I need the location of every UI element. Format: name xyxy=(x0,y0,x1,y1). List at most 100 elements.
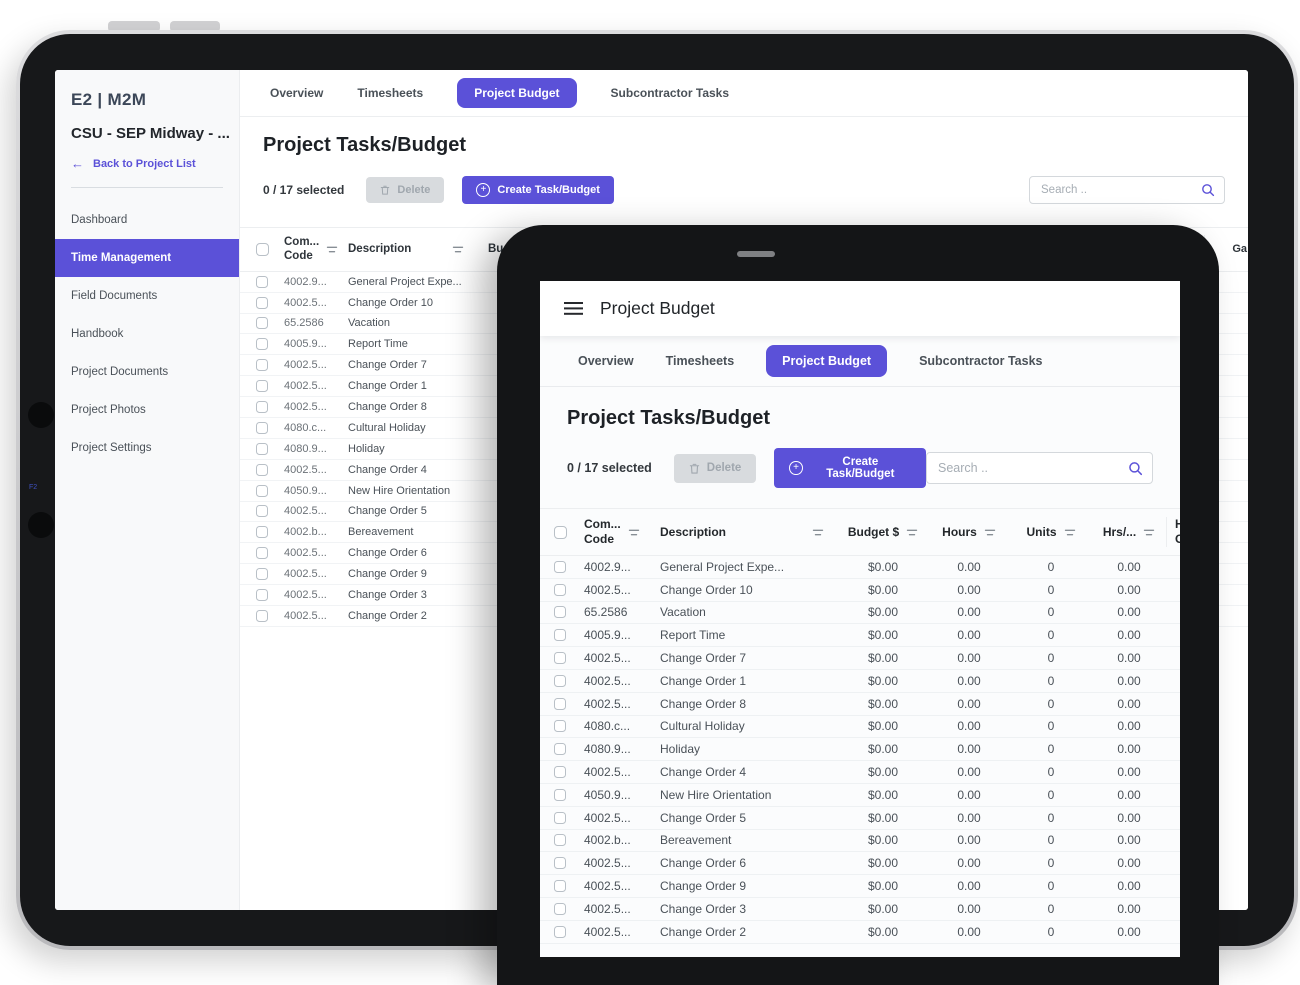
table-row[interactable]: 4002.5... Change Order 6 $0.00 0.00 0 0.… xyxy=(540,852,1180,875)
row-checkbox[interactable] xyxy=(554,880,566,892)
row-checkbox[interactable] xyxy=(554,584,566,596)
row-checkbox[interactable] xyxy=(256,610,268,622)
create-task-budget-button-mobile[interactable]: + Create Task/Budget xyxy=(774,448,926,488)
sort-icon[interactable] xyxy=(812,528,824,537)
tab-overview[interactable]: Overview xyxy=(270,86,323,100)
row-checkbox[interactable] xyxy=(256,338,268,350)
row-checkbox[interactable] xyxy=(256,568,268,580)
plus-circle-icon: + xyxy=(476,183,490,197)
row-checkbox[interactable] xyxy=(256,485,268,497)
row-checkbox[interactable] xyxy=(554,720,566,732)
row-checkbox[interactable] xyxy=(256,380,268,392)
table-row[interactable]: 4002.5... Change Order 3 $0.00 0.00 0 0.… xyxy=(540,898,1180,921)
table-row[interactable]: 4080.c... Cultural Holiday $0.00 0.00 0 … xyxy=(540,716,1180,739)
row-checkbox[interactable] xyxy=(256,526,268,538)
column-header-description[interactable]: Description xyxy=(348,243,478,255)
row-checkbox[interactable] xyxy=(554,675,566,687)
row-checkbox[interactable] xyxy=(256,422,268,434)
sidebar-item-handbook[interactable]: Handbook xyxy=(55,315,239,353)
table-row[interactable]: 4002.5... Change Order 8 $0.00 0.00 0 0.… xyxy=(540,693,1180,716)
row-checkbox[interactable] xyxy=(256,317,268,329)
table-row[interactable]: 4050.9... New Hire Orientation $0.00 0.0… xyxy=(540,784,1180,807)
row-checkbox[interactable] xyxy=(554,561,566,573)
row-checkbox[interactable] xyxy=(554,698,566,710)
column-header-clipped[interactable]: H C xyxy=(1166,517,1180,547)
sidebar-item-project-documents[interactable]: Project Documents xyxy=(55,353,239,391)
tab-project-budget[interactable]: Project Budget xyxy=(457,78,576,108)
search-box[interactable] xyxy=(1029,176,1225,204)
search-input[interactable] xyxy=(1039,183,1201,197)
row-checkbox[interactable] xyxy=(554,629,566,641)
delete-button-mobile[interactable]: Delete xyxy=(674,454,757,483)
select-all-checkbox[interactable] xyxy=(256,243,269,256)
table-row[interactable]: 4002.5... Change Order 5 $0.00 0.00 0 0.… xyxy=(540,807,1180,830)
sort-icon[interactable] xyxy=(984,528,996,537)
table-row[interactable]: 4002.5... Change Order 9 $0.00 0.00 0 0.… xyxy=(540,875,1180,898)
sort-icon[interactable] xyxy=(452,245,464,254)
row-checkbox[interactable] xyxy=(256,505,268,517)
column-header-hrs-unit[interactable]: Hrs/... xyxy=(1092,525,1166,539)
row-checkbox[interactable] xyxy=(256,589,268,601)
row-checkbox[interactable] xyxy=(554,652,566,664)
column-header-cost-code[interactable]: Com... Code xyxy=(584,517,660,547)
budget-cell: $0.00 xyxy=(838,628,928,642)
sidebar-item-dashboard[interactable]: Dashboard xyxy=(55,201,239,239)
select-all-checkbox-mobile[interactable] xyxy=(554,526,567,539)
table-row[interactable]: 4080.9... Holiday $0.00 0.00 0 0.00 xyxy=(540,738,1180,761)
row-checkbox[interactable] xyxy=(256,464,268,476)
table-row[interactable]: 4002.5... Change Order 10 $0.00 0.00 0 0… xyxy=(540,579,1180,602)
table-row[interactable]: 4002.5... Change Order 2 $0.00 0.00 0 0.… xyxy=(540,921,1180,944)
row-checkbox[interactable] xyxy=(554,789,566,801)
search-input-mobile[interactable] xyxy=(936,460,1128,476)
row-checkbox[interactable] xyxy=(256,297,268,309)
menu-icon[interactable] xyxy=(564,302,583,315)
row-checkbox[interactable] xyxy=(256,276,268,288)
sort-icon[interactable] xyxy=(628,528,640,537)
table-row[interactable]: 4002.5... Change Order 1 $0.00 0.00 0 0.… xyxy=(540,670,1180,693)
column-header-units[interactable]: Units xyxy=(1010,525,1092,539)
search-icon[interactable] xyxy=(1128,461,1143,476)
row-checkbox[interactable] xyxy=(554,743,566,755)
back-to-project-list-link[interactable]: ← Back to Project List xyxy=(71,157,223,170)
tab-project-budget-mobile[interactable]: Project Budget xyxy=(766,345,887,377)
table-row[interactable]: 65.2586 Vacation $0.00 0.00 0 0.00 xyxy=(540,602,1180,625)
row-checkbox[interactable] xyxy=(554,766,566,778)
tab-subcontractor-tasks-mobile[interactable]: Subcontractor Tasks xyxy=(919,354,1042,368)
table-row[interactable]: 4005.9... Report Time $0.00 0.00 0 0.00 xyxy=(540,624,1180,647)
column-header-cost-code[interactable]: Com... Code xyxy=(284,235,348,264)
row-checkbox[interactable] xyxy=(256,547,268,559)
sort-icon[interactable] xyxy=(1064,528,1076,537)
sort-icon[interactable] xyxy=(1143,528,1155,537)
tab-subcontractor-tasks[interactable]: Subcontractor Tasks xyxy=(611,86,729,100)
column-header-hours[interactable]: Hours xyxy=(928,525,1010,539)
sidebar-item-time-management[interactable]: Time Management xyxy=(55,239,239,277)
tab-timesheets-mobile[interactable]: Timesheets xyxy=(666,354,735,368)
sort-icon[interactable] xyxy=(906,528,918,537)
sidebar-item-project-photos[interactable]: Project Photos xyxy=(55,391,239,429)
row-checkbox[interactable] xyxy=(554,857,566,869)
tab-timesheets[interactable]: Timesheets xyxy=(357,86,423,100)
table-row[interactable]: 4002.9... General Project Expe... $0.00 … xyxy=(540,556,1180,579)
row-checkbox[interactable] xyxy=(554,903,566,915)
row-checkbox[interactable] xyxy=(554,834,566,846)
row-checkbox[interactable] xyxy=(256,443,268,455)
row-checkbox[interactable] xyxy=(554,812,566,824)
sort-icon[interactable] xyxy=(326,245,338,254)
tab-overview-mobile[interactable]: Overview xyxy=(578,354,634,368)
row-checkbox[interactable] xyxy=(256,401,268,413)
create-task-budget-button[interactable]: + Create Task/Budget xyxy=(462,176,614,204)
row-checkbox[interactable] xyxy=(554,926,566,938)
sidebar-item-project-settings[interactable]: Project Settings xyxy=(55,429,239,467)
table-row[interactable]: 4002.5... Change Order 7 $0.00 0.00 0 0.… xyxy=(540,647,1180,670)
column-header-description[interactable]: Description xyxy=(660,525,838,539)
delete-button[interactable]: Delete xyxy=(366,177,444,203)
row-checkbox[interactable] xyxy=(256,359,268,371)
row-checkbox[interactable] xyxy=(554,606,566,618)
table-row[interactable]: 4002.5... Change Order 4 $0.00 0.00 0 0.… xyxy=(540,761,1180,784)
column-header-budget[interactable]: Budget $ xyxy=(838,525,928,539)
search-icon[interactable] xyxy=(1201,183,1215,197)
sidebar-item-field-documents[interactable]: Field Documents xyxy=(55,277,239,315)
table-row[interactable]: 4002.b... Bereavement $0.00 0.00 0 0.00 xyxy=(540,830,1180,853)
search-box-mobile[interactable] xyxy=(926,452,1153,484)
description-cell: Change Order 10 xyxy=(660,583,838,597)
